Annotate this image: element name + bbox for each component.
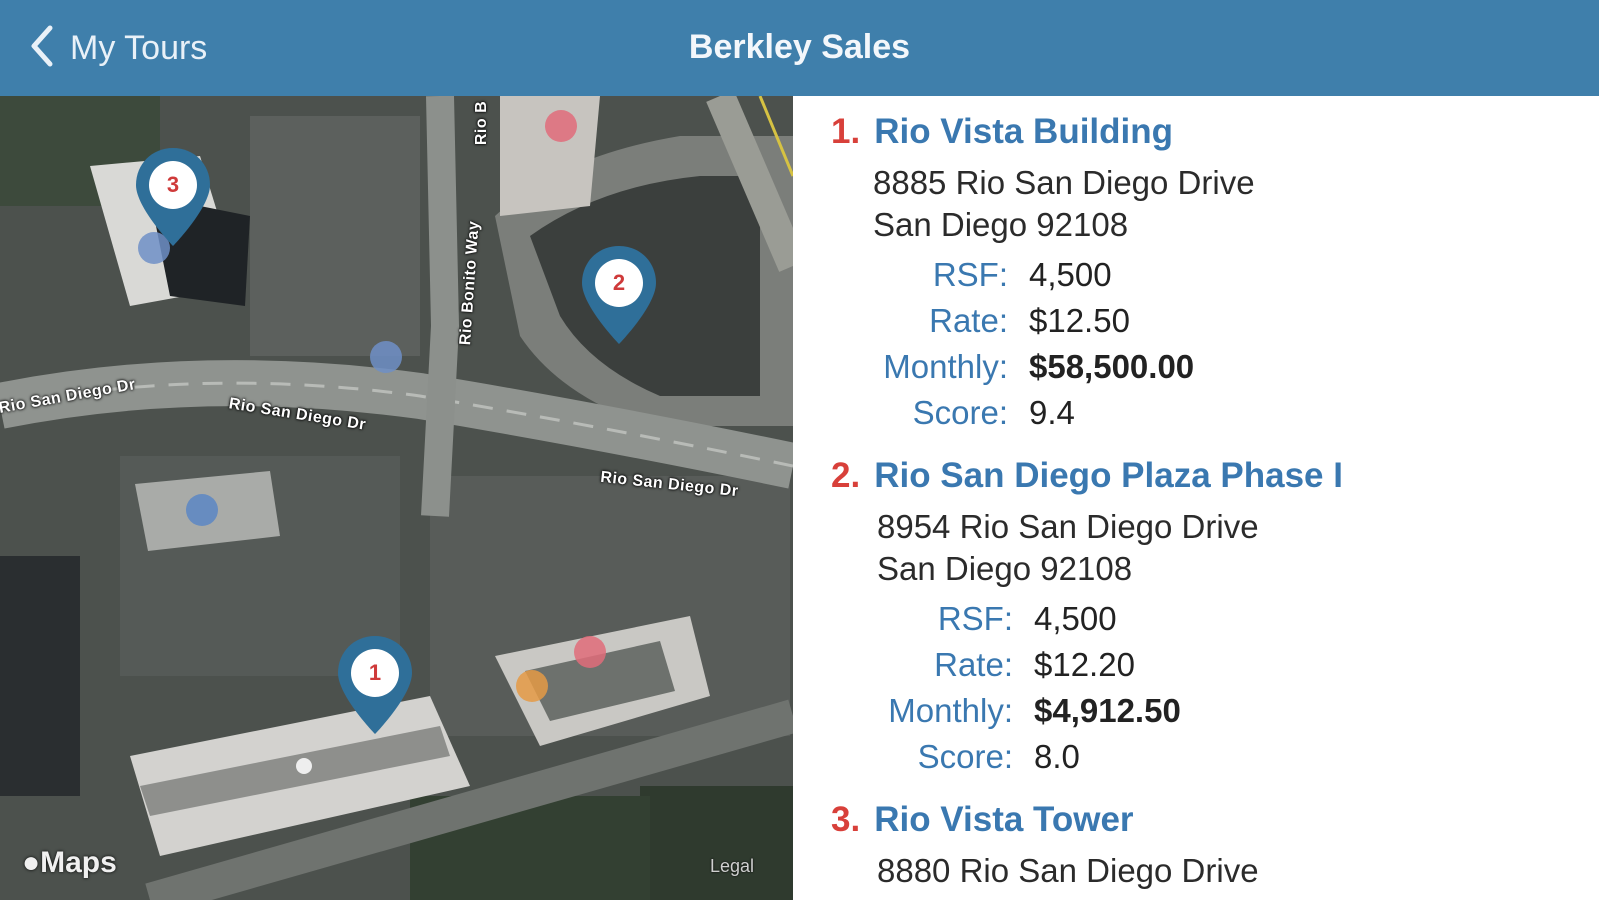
property-list[interactable]: 1. Rio Vista Building 8885 Rio San Diego … (793, 96, 1599, 900)
monthly-value: $58,500.00 (1029, 348, 1195, 385)
rsf-value: 4,500 (1034, 600, 1117, 637)
property-name[interactable]: Rio Vista Tower (874, 800, 1133, 839)
address-line: San Diego 92108 (877, 550, 1133, 587)
score-label: Score: (917, 738, 1013, 775)
rate-label: Rate: (929, 302, 1008, 339)
pin-number: 3 (166, 172, 180, 197)
address-line: 8954 Rio San Diego Drive (877, 508, 1259, 545)
property-name[interactable]: Rio Vista Building (874, 112, 1173, 151)
property-heading[interactable]: 2. Rio San Diego Plaza Phase I (831, 456, 1343, 496)
monthly-label: Monthly: (888, 692, 1013, 729)
restaurant-poi-icon[interactable] (574, 636, 606, 668)
pin-number: 2 (612, 270, 626, 295)
monthly-value: $4,912.50 (1034, 692, 1181, 729)
property-index: 3. (831, 800, 861, 839)
address-line: San Diego 92108 (873, 206, 1129, 243)
page-title: Berkley Sales (688, 28, 911, 66)
map-pin-3[interactable]: 3 (134, 146, 212, 258)
property-index: 1. (831, 112, 861, 151)
apple-logo-icon: ● (22, 846, 41, 879)
rate-value: $12.20 (1034, 646, 1135, 683)
map-imagery (0, 96, 793, 900)
address-line: 8880 Rio San Diego Drive (877, 852, 1259, 889)
monthly-label: Monthly: (883, 348, 1008, 385)
map-pin-2[interactable]: 2 (580, 244, 658, 356)
legal-link[interactable]: Legal (710, 856, 754, 877)
rsf-label: RSF: (932, 256, 1008, 293)
property-name[interactable]: Rio San Diego Plaza Phase I (874, 456, 1343, 495)
rate-value: $12.50 (1029, 302, 1130, 339)
map-pin-1[interactable]: 1 (336, 634, 414, 746)
road-label: Rio B (473, 100, 491, 146)
location-dot-icon (296, 758, 312, 774)
rsf-label: RSF: (937, 600, 1013, 637)
hotel-poi-icon[interactable] (370, 341, 402, 373)
pin-number: 1 (368, 660, 382, 685)
restaurant-poi-icon[interactable] (545, 110, 577, 142)
rate-label: Rate: (934, 646, 1013, 683)
property-heading[interactable]: 3. Rio Vista Tower (831, 800, 1134, 840)
rsf-value: 4,500 (1029, 256, 1112, 293)
satellite-map[interactable]: Rio San Diego Dr Rio San Diego Dr Rio Sa… (0, 96, 793, 900)
address-line: 8885 Rio San Diego Drive (873, 164, 1255, 201)
score-value: 9.4 (1029, 394, 1075, 431)
maps-attribution[interactable]: ●Maps (22, 846, 117, 880)
navigation-bar: My Tours Berkley Sales (0, 0, 1599, 96)
score-value: 8.0 (1034, 738, 1080, 775)
score-label: Score: (912, 394, 1008, 431)
shopping-poi-icon[interactable] (516, 670, 548, 702)
building-poi-icon[interactable] (186, 494, 218, 526)
property-heading[interactable]: 1. Rio Vista Building (831, 112, 1173, 152)
property-index: 2. (831, 456, 861, 495)
